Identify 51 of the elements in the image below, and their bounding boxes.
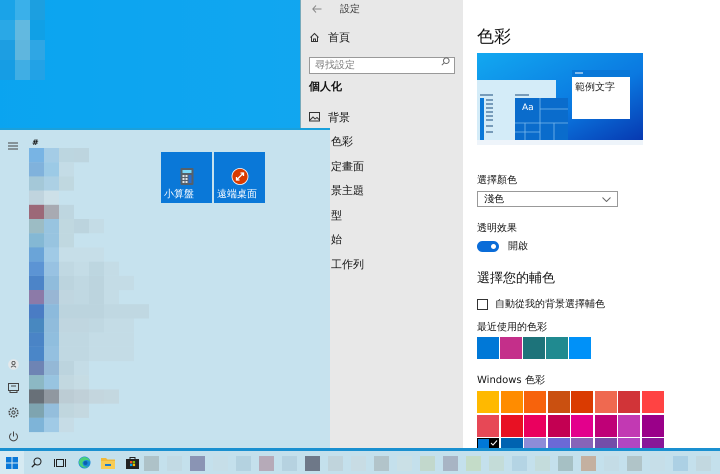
color-swatch[interactable] xyxy=(500,337,522,359)
color-swatch[interactable] xyxy=(594,414,616,436)
color-swatch[interactable] xyxy=(642,391,664,413)
letter-heading[interactable]: # xyxy=(32,138,39,148)
color-swatch[interactable] xyxy=(524,391,546,413)
toggle-state-text: 開啟 xyxy=(508,240,528,253)
picture-frame-icon xyxy=(309,112,320,122)
calculator-icon xyxy=(180,168,193,185)
home-icon xyxy=(309,32,320,42)
nav-item[interactable]: 背景 xyxy=(309,105,455,130)
color-mode-dropdown[interactable]: 淺色 xyxy=(477,191,618,207)
sample-text: 範例文字 xyxy=(575,80,615,94)
field-label: 選擇顏色 xyxy=(477,174,518,187)
back-arrow-icon[interactable] xyxy=(312,5,322,13)
color-swatch[interactable] xyxy=(477,391,499,413)
color-swatch[interactable] xyxy=(594,391,616,413)
app-tile[interactable]: 遠端桌面 xyxy=(214,152,265,203)
remote-desktop-icon xyxy=(231,168,248,185)
color-swatch[interactable] xyxy=(523,337,545,359)
tile-sample-text: Aa xyxy=(522,103,534,113)
color-swatch[interactable] xyxy=(569,337,591,359)
field-label: 透明效果 xyxy=(477,222,518,235)
color-swatch[interactable] xyxy=(548,391,570,413)
color-swatch[interactable] xyxy=(477,337,499,359)
window-title: 設定 xyxy=(340,2,360,16)
app-tile[interactable]: 小算盤 xyxy=(161,152,212,203)
field-label: 最近使用的色彩 xyxy=(477,320,548,334)
color-swatch[interactable] xyxy=(477,414,499,436)
color-swatch[interactable] xyxy=(618,414,640,436)
toggle-switch[interactable] xyxy=(477,240,499,252)
color-swatch[interactable] xyxy=(571,391,593,413)
color-swatch[interactable] xyxy=(618,391,640,413)
chevron-down-icon xyxy=(602,196,611,202)
checkbox-label: 自動從我的背景選擇輔色 xyxy=(495,298,605,311)
color-swatch[interactable] xyxy=(546,337,568,359)
color-swatch[interactable] xyxy=(571,414,593,436)
menu-icon[interactable] xyxy=(8,142,18,150)
search-field[interactable]: 尋找設定 xyxy=(309,57,455,74)
color-swatch[interactable] xyxy=(500,414,522,436)
page-title: 色彩 xyxy=(477,26,512,48)
color-swatch[interactable] xyxy=(548,414,570,436)
home-link[interactable]: 首頁 xyxy=(309,28,455,46)
color-swatch[interactable] xyxy=(524,414,546,436)
color-swatch[interactable] xyxy=(500,391,522,413)
checkbox[interactable] xyxy=(477,298,488,310)
windows-start-icon[interactable] xyxy=(0,451,24,474)
section-heading: 選擇您的輔色 xyxy=(477,270,556,287)
color-swatch[interactable] xyxy=(642,414,664,436)
field-label: Windows 色彩 xyxy=(477,374,546,387)
search-icon xyxy=(441,57,450,66)
section-heading: 個人化 xyxy=(309,79,343,95)
